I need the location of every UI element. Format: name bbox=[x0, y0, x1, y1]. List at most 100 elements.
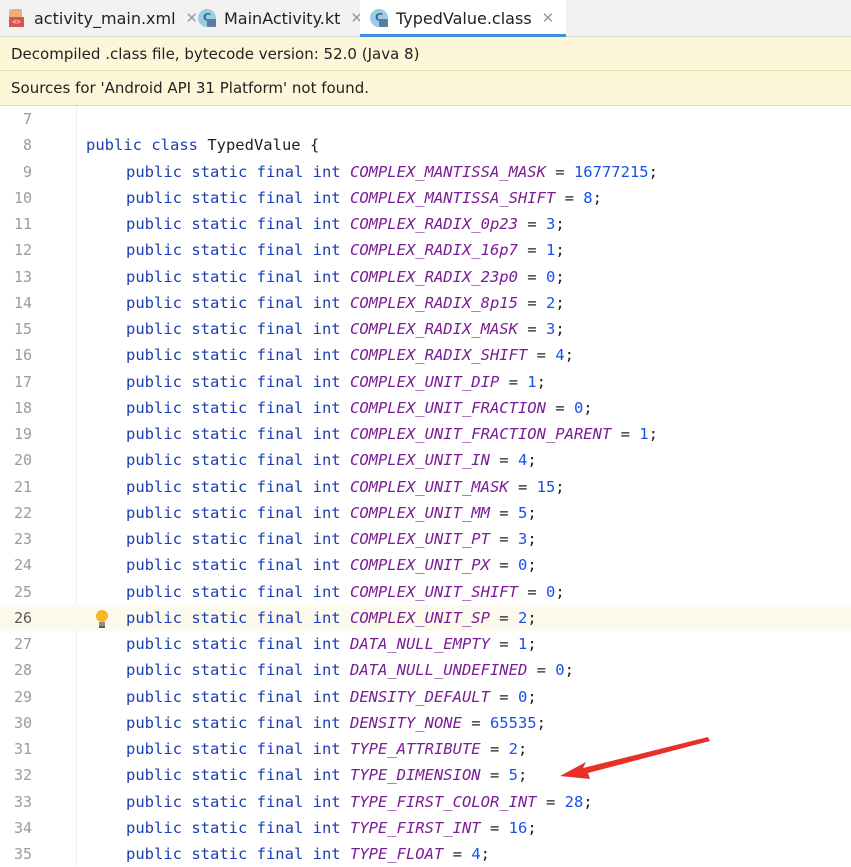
field-declaration: public static final int TYPE_FIRST_COLOR… bbox=[126, 789, 593, 815]
code-line[interactable]: 21 public static final int COMPLEX_UNIT_M… bbox=[0, 474, 851, 500]
constant-name: COMPLEX_UNIT_FRACTION_PARENT bbox=[349, 425, 612, 443]
operator: = bbox=[489, 556, 518, 575]
modifiers: public static final int bbox=[126, 661, 341, 680]
code-line[interactable]: 33 public static final int TYPE_FIRST_COL… bbox=[0, 789, 851, 815]
constant-name: DENSITY_NONE bbox=[349, 713, 462, 732]
line-number: 32 bbox=[13, 766, 32, 785]
code-line[interactable]: 9 public static final int COMPLEX_MANTISS… bbox=[0, 159, 851, 185]
code-line[interactable]: 32 public static final int TYPE_DIMENSION… bbox=[0, 762, 851, 788]
line-number: 25 bbox=[13, 582, 32, 601]
modifiers: public static final int bbox=[126, 162, 341, 181]
line-number: 11 bbox=[13, 215, 32, 233]
code-line[interactable]: 23 public static final int COMPLEX_UNIT_P… bbox=[0, 526, 851, 552]
code-line[interactable]: 12 public static final int COMPLEX_RADIX_… bbox=[0, 237, 851, 263]
semicolon: ; bbox=[555, 320, 565, 338]
field-declaration: public static final int DATA_NULL_UNDEFI… bbox=[126, 657, 574, 683]
field-declaration: public static final int COMPLEX_RADIX_0p… bbox=[126, 211, 565, 237]
constant-name: COMPLEX_UNIT_SP bbox=[349, 608, 490, 627]
modifiers: public static final int bbox=[126, 372, 341, 391]
code-line[interactable]: 17 public static final int COMPLEX_UNIT_D… bbox=[0, 369, 851, 395]
code-line[interactable]: 10 public static final int COMPLEX_MANTIS… bbox=[0, 185, 851, 211]
semicolon: ; bbox=[527, 818, 537, 837]
tab-typedvalue-class[interactable]: TypedValue.class ✕ bbox=[360, 0, 567, 37]
operator: = bbox=[517, 582, 546, 601]
code-line[interactable]: 11 public static final int COMPLEX_RADIX_… bbox=[0, 211, 851, 237]
constant-value: 5 bbox=[508, 766, 518, 785]
code-editor[interactable]: 7 8 public class TypedValue { 9 public stati… bbox=[0, 106, 851, 866]
constant-value: 5 bbox=[517, 503, 528, 522]
code-line[interactable]: 26 public static final int COMPLEX_UNIT_S… bbox=[0, 604, 851, 631]
line-number: 30 bbox=[13, 713, 32, 732]
code-line[interactable]: 19 public static final int COMPLEX_UNIT_F… bbox=[0, 421, 851, 447]
line-number: 12 bbox=[13, 241, 32, 260]
code-line[interactable]: 20 public static final int COMPLEX_UNIT_I… bbox=[0, 447, 851, 473]
lightbulb-icon[interactable] bbox=[94, 609, 110, 630]
code-line[interactable]: 16 public static final int COMPLEX_RADIX_… bbox=[0, 342, 851, 368]
code-line[interactable]: 34 public static final int TYPE_FIRST_INT… bbox=[0, 815, 851, 841]
close-icon[interactable]: ✕ bbox=[186, 9, 199, 27]
modifiers: public static final int bbox=[126, 530, 341, 548]
code-line[interactable]: 8 public class TypedValue { bbox=[0, 132, 851, 158]
constant-name: COMPLEX_MANTISSA_MASK bbox=[349, 162, 546, 181]
constant-value: 3 bbox=[545, 320, 556, 338]
tab-label: activity_main.xml bbox=[34, 8, 176, 28]
code-line[interactable]: 22 public static final int COMPLEX_UNIT_M… bbox=[0, 500, 851, 526]
field-declaration: public static final int COMPLEX_RADIX_MA… bbox=[126, 316, 565, 342]
line-number: 10 bbox=[13, 188, 32, 207]
line-number: 9 bbox=[22, 162, 32, 181]
field-declaration: public static final int COMPLEX_UNIT_DIP… bbox=[126, 369, 546, 395]
operator: = bbox=[499, 372, 528, 391]
operator: = bbox=[489, 451, 518, 470]
tab-activity-main-xml[interactable]: activity_main.xml ✕ bbox=[8, 0, 198, 36]
constant-name: COMPLEX_RADIX_MASK bbox=[349, 320, 518, 338]
sources-not-found-text: Sources for 'Android API 31 Platform' no… bbox=[11, 79, 369, 97]
code-line[interactable]: 25 public static final int COMPLEX_UNIT_S… bbox=[0, 579, 851, 605]
line-number: 18 bbox=[13, 398, 32, 417]
code-line[interactable]: 15 public static final int COMPLEX_RADIX_… bbox=[0, 316, 851, 342]
class-file-icon bbox=[370, 9, 388, 27]
modifiers: public static final int bbox=[126, 687, 341, 706]
operator: = bbox=[508, 477, 537, 496]
operator: = bbox=[517, 267, 546, 286]
code-line[interactable]: 35 public static final int TYPE_FLOAT = 4… bbox=[0, 841, 851, 867]
constant-value: 28 bbox=[564, 792, 584, 811]
modifiers: public static final int bbox=[126, 635, 341, 653]
code-line[interactable]: 31 public static final int TYPE_ATTRIBUTE… bbox=[0, 736, 851, 762]
operator: = bbox=[489, 503, 518, 522]
tab-mainactivity-kt[interactable]: MainActivity.kt ✕ bbox=[198, 0, 363, 36]
modifiers: public static final int bbox=[126, 320, 341, 338]
field-declaration: public static final int DENSITY_NONE = 6… bbox=[126, 710, 546, 736]
constant-value: 8 bbox=[583, 188, 593, 207]
constant-value: 2 bbox=[508, 740, 518, 758]
line-number: 14 bbox=[13, 293, 32, 312]
code-line[interactable]: 13 public static final int COMPLEX_RADIX_… bbox=[0, 264, 851, 290]
operator: = bbox=[489, 608, 518, 627]
keyword: public class bbox=[86, 136, 198, 155]
close-icon[interactable]: ✕ bbox=[542, 9, 555, 27]
field-declaration: public static final int TYPE_ATTRIBUTE =… bbox=[126, 736, 527, 762]
field-declaration: public static final int COMPLEX_RADIX_16… bbox=[126, 237, 565, 263]
operator: = bbox=[527, 346, 556, 365]
operator: = bbox=[489, 530, 518, 548]
code-line[interactable]: 18 public static final int COMPLEX_UNIT_F… bbox=[0, 395, 851, 421]
line-number: 24 bbox=[13, 556, 32, 575]
code-line[interactable]: 7 bbox=[0, 106, 851, 132]
field-declaration: public static final int COMPLEX_RADIX_SH… bbox=[126, 342, 574, 368]
code-line[interactable]: 14 public static final int COMPLEX_RADIX_… bbox=[0, 290, 851, 316]
semicolon: ; bbox=[555, 582, 565, 601]
code-line[interactable]: 29 public static final int DENSITY_DEFAUL… bbox=[0, 684, 851, 710]
constant-name: COMPLEX_RADIX_23p0 bbox=[349, 267, 518, 286]
editor-tab-bar: activity_main.xml ✕ MainActivity.kt ✕ Ty… bbox=[0, 0, 851, 37]
code-line[interactable]: 30 public static final int DENSITY_NONE =… bbox=[0, 710, 851, 736]
constant-name: DATA_NULL_UNDEFINED bbox=[349, 661, 528, 680]
code-line[interactable]: 28 public static final int DATA_NULL_UNDE… bbox=[0, 657, 851, 683]
constant-name: COMPLEX_UNIT_PT bbox=[349, 530, 490, 548]
code-line[interactable]: 24 public static final int COMPLEX_UNIT_P… bbox=[0, 552, 851, 578]
code-line[interactable]: 27 public static final int DATA_NULL_EMPT… bbox=[0, 631, 851, 657]
